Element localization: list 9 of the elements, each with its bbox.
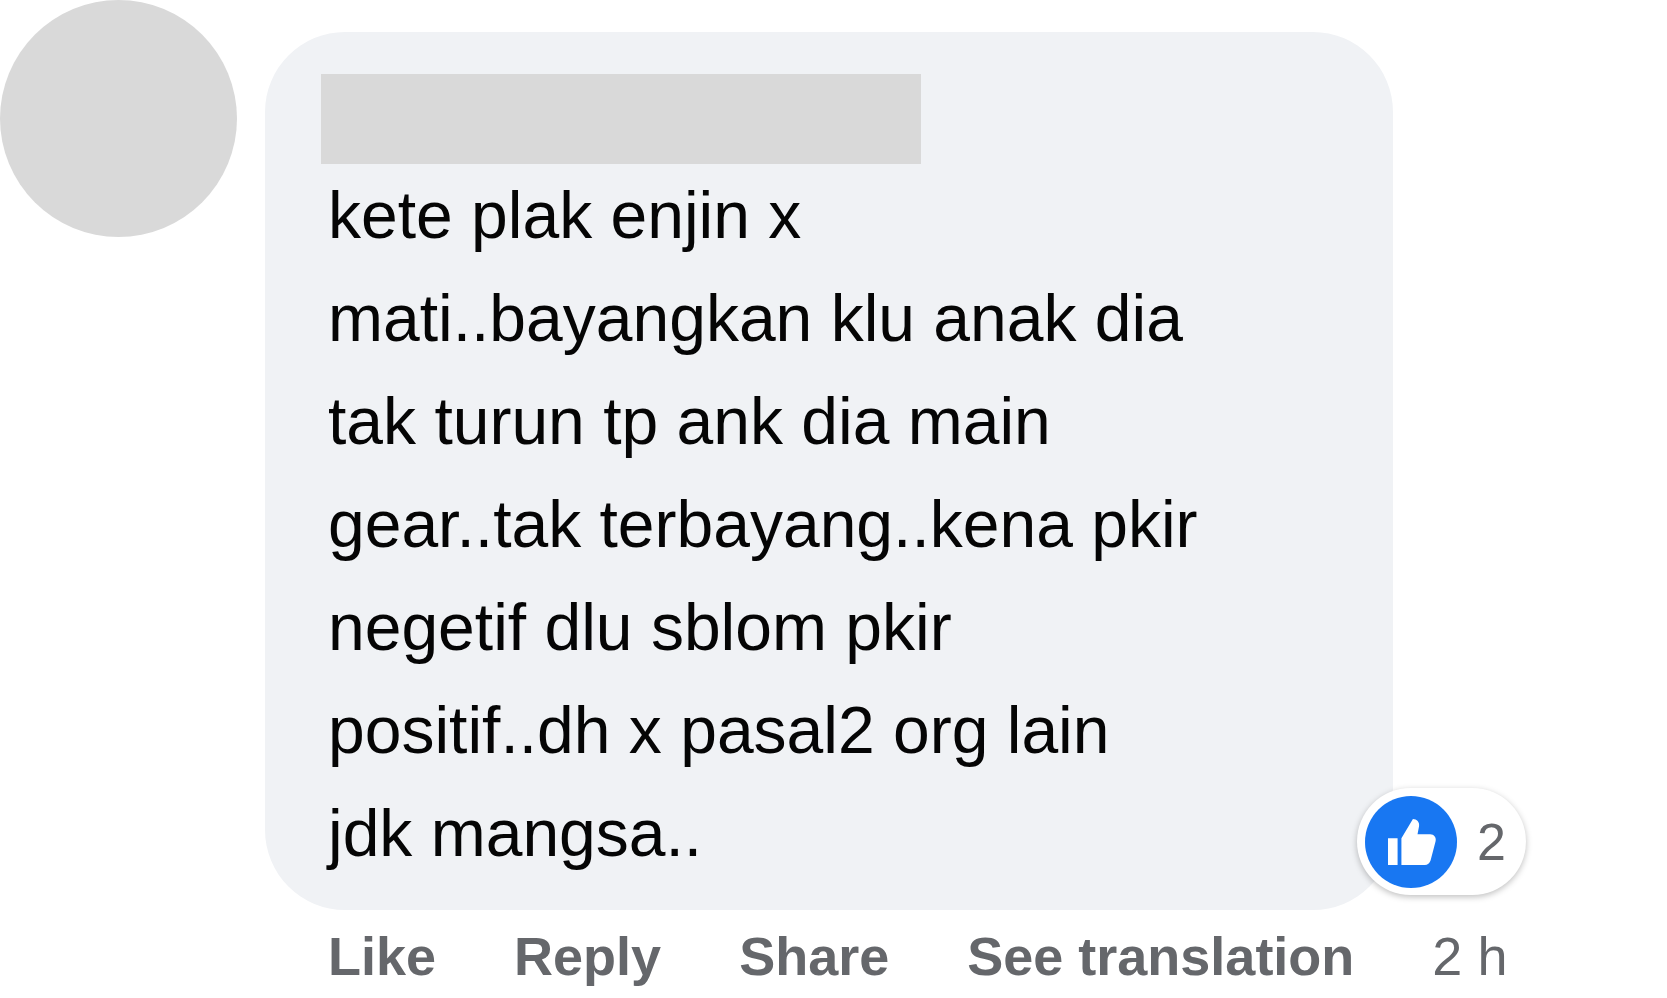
action-link[interactable]: Reply [514, 916, 662, 997]
reaction-count: 2 [1477, 811, 1506, 873]
comment-text: kete plak enjin x mati..bayangkan klu anak dia tak turun tp ank dia main gear..tak terbayang..kena pkir negetif dlu sblom pkir positif..dh x pasal2 org lain jdk mangsa.. [328, 177, 1199, 872]
thumbs-up-icon [1365, 795, 1457, 888]
action-link[interactable]: Share [739, 916, 890, 997]
timestamp[interactable]: 2 h [1432, 916, 1508, 997]
action-link[interactable]: Like [328, 916, 437, 997]
reaction-badge[interactable]: 2 [1357, 788, 1526, 895]
action-link[interactable]: See translation [967, 916, 1355, 997]
